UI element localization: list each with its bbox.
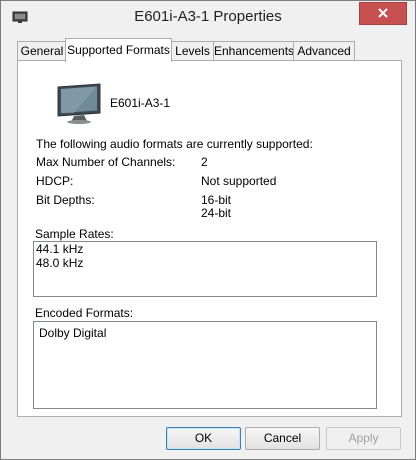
list-item[interactable]: 48.0 kHz — [34, 256, 376, 270]
device-name: E601i-A3-1 — [110, 96, 171, 110]
tab-levels[interactable]: Levels — [170, 41, 215, 61]
close-button[interactable] — [359, 2, 407, 25]
hdcp-value: Not supported — [201, 174, 277, 188]
list-item[interactable]: 44.1 kHz — [34, 242, 376, 256]
bit-depth-value: 24-bit — [201, 206, 232, 220]
tab-advanced[interactable]: Advanced — [293, 41, 355, 61]
list-item[interactable]: Dolby Digital — [34, 326, 376, 340]
hdcp-label: HDCP: — [36, 174, 74, 188]
formats-intro: The following audio formats are currentl… — [36, 137, 313, 151]
ok-button[interactable]: OK — [166, 427, 241, 450]
channels-value: 2 — [201, 155, 208, 169]
monitor-icon — [54, 83, 106, 125]
tab-general[interactable]: General — [17, 41, 67, 61]
title-bar[interactable]: E601i-A3-1 Properties — [1, 1, 415, 35]
tab-supported-formats[interactable]: Supported Formats — [65, 38, 172, 62]
properties-dialog: E601i-A3-1 Properties General Supported … — [0, 0, 416, 460]
sample-rates-label: Sample Rates: — [35, 227, 114, 241]
window-title: E601i-A3-1 Properties — [134, 8, 282, 25]
bit-depths-label: Bit Depths: — [36, 193, 95, 207]
channels-label: Max Number of Channels: — [36, 155, 176, 169]
close-icon — [378, 7, 388, 21]
encoded-formats-list[interactable]: Dolby Digital — [33, 321, 377, 409]
sample-rates-list[interactable]: 44.1 kHz 48.0 kHz — [33, 241, 377, 297]
tab-strip: General Supported Formats Levels Enhance… — [17, 38, 401, 62]
encoded-formats-label: Encoded Formats: — [35, 306, 134, 320]
supported-formats-panel: E601i-A3-1 The following audio formats a… — [17, 60, 402, 417]
cancel-button[interactable]: Cancel — [245, 427, 320, 450]
bit-depth-value: 16-bit — [201, 193, 232, 207]
apply-button[interactable]: Apply — [326, 427, 401, 450]
tab-enhancements[interactable]: Enhancements — [213, 41, 295, 61]
